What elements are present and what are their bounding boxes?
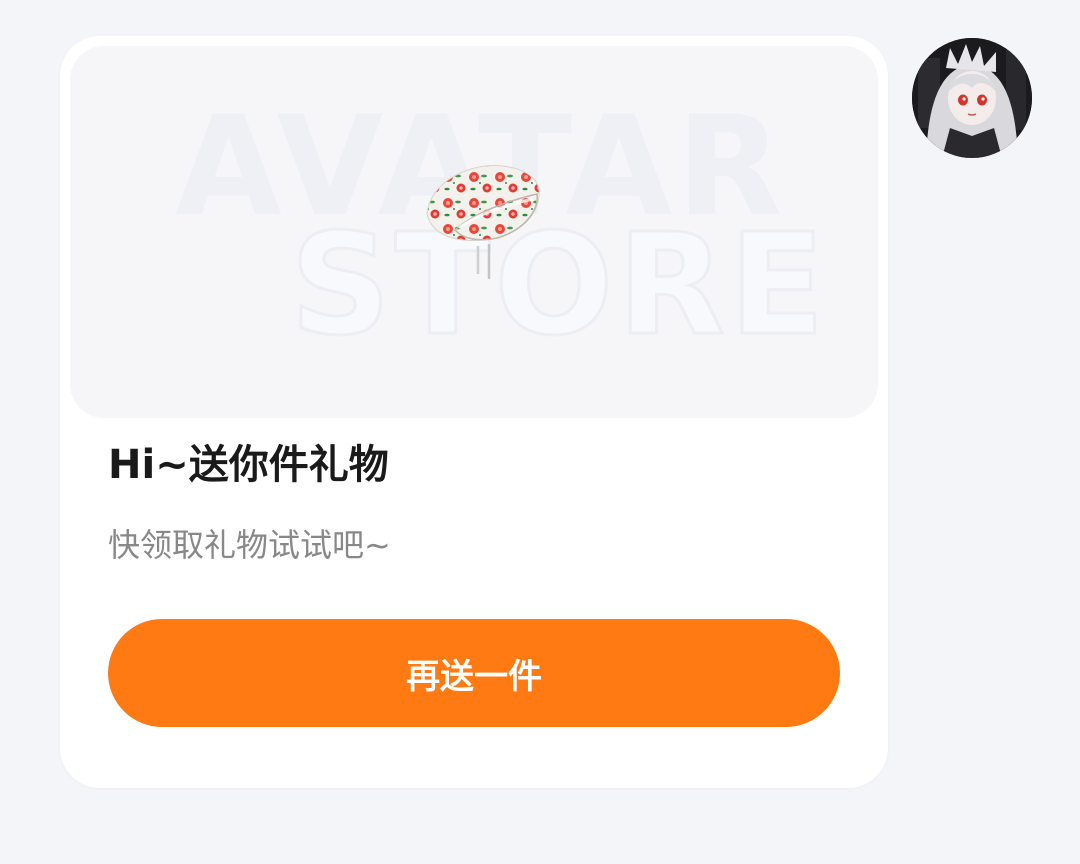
send-another-button[interactable]: 再送一件 bbox=[108, 619, 840, 727]
gift-message-card[interactable]: AVATAR STORE Hi~送你件礼物 bbox=[60, 36, 888, 788]
floral-hat-gift-image bbox=[426, 165, 540, 279]
anime-girl-avatar-icon bbox=[912, 38, 1032, 158]
sender-avatar[interactable] bbox=[912, 38, 1032, 158]
gift-banner: AVATAR STORE bbox=[70, 46, 878, 418]
gift-subtitle: 快领取礼物试试吧~ bbox=[108, 526, 391, 564]
watermark-store: STORE bbox=[289, 204, 829, 367]
gift-title: Hi~送你件礼物 bbox=[108, 442, 389, 488]
chat-screen: { "gift_card": { "watermark_line1": "AVA… bbox=[0, 0, 1080, 864]
